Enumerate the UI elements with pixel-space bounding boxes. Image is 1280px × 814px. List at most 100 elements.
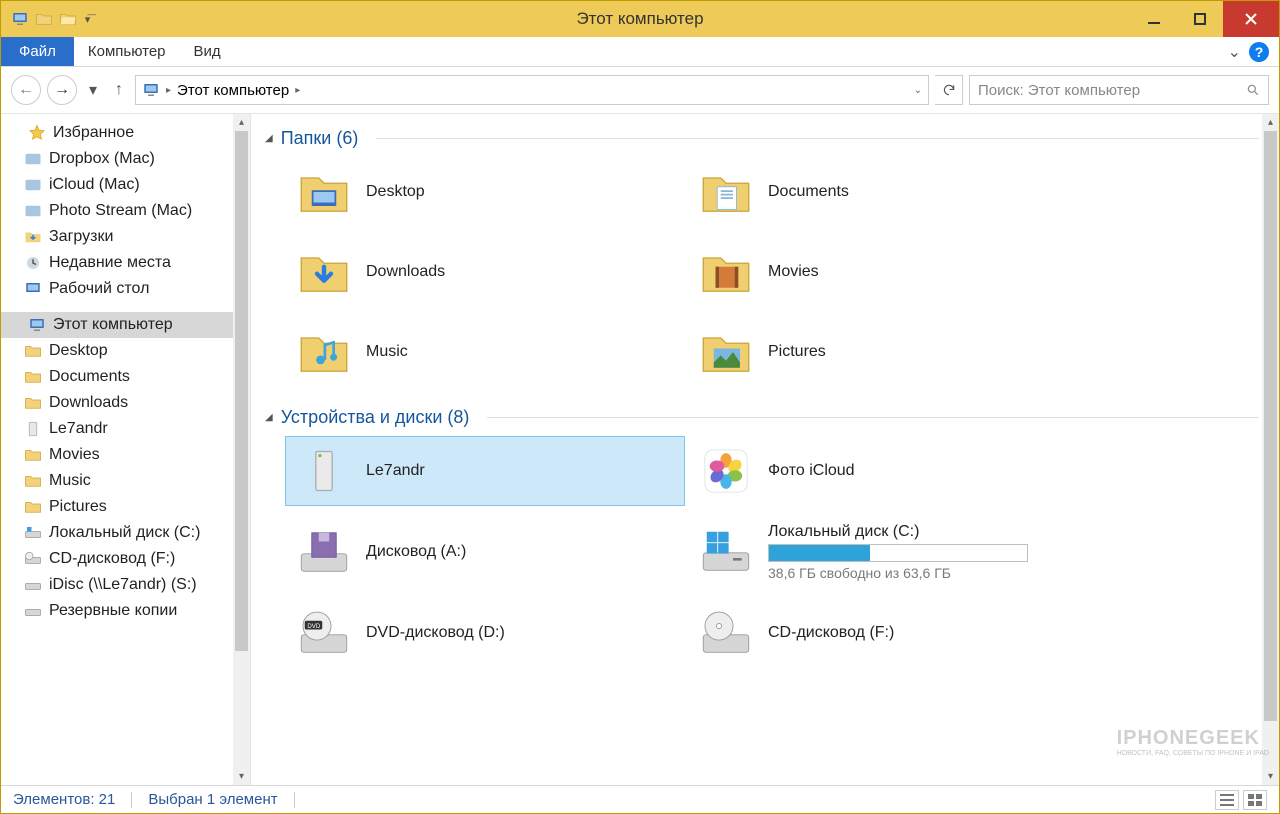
downloads-icon [23, 227, 43, 247]
address-bar[interactable]: ▸ Этот компьютер ▸ ⌄ [135, 75, 929, 105]
folder-desktop[interactable]: Desktop [285, 157, 685, 227]
storage-fill [769, 545, 870, 561]
folder-downloads[interactable]: Downloads [285, 237, 685, 307]
sidebar-item-label: Documents [49, 368, 130, 386]
device-local-disk[interactable]: Локальный диск (C:) 38,6 ГБ свободно из … [687, 516, 1087, 588]
device-cd[interactable]: CD-дисковод (F:) [687, 598, 1087, 668]
sidebar-item[interactable]: Downloads [1, 390, 250, 416]
recent-locations-icon[interactable]: ▾ [83, 75, 103, 105]
breadcrumb-segment[interactable]: Этот компьютер [177, 82, 289, 99]
item-label: Desktop [366, 183, 425, 201]
sidebar-item-label: Desktop [49, 342, 108, 360]
drive-icon [23, 601, 43, 621]
sidebar-item[interactable]: Локальный диск (С:) [1, 520, 250, 546]
computer-icon[interactable] [11, 10, 29, 28]
folder-icon [23, 149, 43, 169]
collapse-caret-icon[interactable]: ◢ [265, 133, 273, 144]
view-icons-button[interactable] [1243, 790, 1267, 810]
sidebar-this-pc[interactable]: Этот компьютер [1, 312, 250, 338]
navigation-bar: ← → ▾ ↑ ▸ Этот компьютер ▸ ⌄ Поиск: Этот… [1, 67, 1279, 113]
sidebar-item-recent[interactable]: Недавние места [1, 250, 250, 276]
collapse-caret-icon[interactable]: ◢ [265, 412, 273, 423]
sidebar-item-dropbox[interactable]: Dropbox (Mac) [1, 146, 250, 172]
main-scrollbar[interactable]: ▴ ▾ [1262, 114, 1279, 785]
chevron-right-icon[interactable]: ▸ [295, 85, 300, 96]
up-button[interactable]: ↑ [109, 75, 129, 105]
sidebar-item-label: Недавние места [49, 254, 171, 272]
watermark: IPHONEGEEK НОВОСТИ, FAQ, СОВЕТЫ ПО IPHON… [1117, 727, 1269, 757]
sidebar-item-label: iDisc (\\Le7andr) (S:) [49, 576, 197, 594]
movies-folder-icon [698, 244, 754, 300]
cd-drive-icon [698, 605, 754, 661]
sidebar-scrollbar[interactable]: ▴ ▾ [233, 114, 250, 785]
computer-icon [142, 81, 160, 99]
scroll-thumb[interactable] [235, 131, 248, 651]
sidebar-item[interactable]: iDisc (\\Le7andr) (S:) [1, 572, 250, 598]
file-tab[interactable]: Файл [1, 37, 74, 66]
folders-header[interactable]: ◢ Папки (6) [265, 128, 1259, 149]
scroll-up-icon[interactable]: ▴ [233, 114, 250, 131]
maximize-button[interactable] [1177, 1, 1223, 37]
sidebar-item-label: Резервные копии [49, 602, 177, 620]
scroll-thumb[interactable] [1264, 131, 1277, 721]
section-title: Устройства и диски (8) [281, 407, 470, 428]
downloads-folder-icon [296, 244, 352, 300]
scroll-down-icon[interactable]: ▾ [233, 768, 250, 785]
sidebar-item-downloads[interactable]: Загрузки [1, 224, 250, 250]
sidebar-item-label: Music [49, 472, 91, 490]
help-button[interactable]: ? [1249, 42, 1269, 62]
qat-dropdown-icon[interactable]: ▾― [83, 10, 101, 28]
sidebar-item-label: Pictures [49, 498, 107, 516]
recent-icon [23, 253, 43, 273]
sidebar-item[interactable]: Резервные копии [1, 598, 250, 624]
sidebar-item[interactable]: Le7andr [1, 416, 250, 442]
hdd-icon [698, 523, 754, 579]
back-button[interactable]: ← [11, 75, 41, 105]
device-floppy[interactable]: Дисковод (A:) [285, 516, 685, 588]
folder-icon [23, 201, 43, 221]
sidebar-item[interactable]: Desktop [1, 338, 250, 364]
desktop-folder-icon [296, 164, 352, 220]
refresh-button[interactable] [935, 75, 963, 105]
tab-computer[interactable]: Компьютер [74, 37, 180, 66]
window-title: Этот компьютер [1, 9, 1279, 29]
sidebar-item-label: Dropbox (Mac) [49, 150, 155, 168]
chevron-right-icon[interactable]: ▸ [166, 85, 171, 96]
device-icloud-photos[interactable]: Фото iCloud [687, 436, 1087, 506]
folder-open-quick-icon[interactable] [59, 10, 77, 28]
ribbon-tabs: Файл Компьютер Вид ⌄ ? [1, 37, 1279, 67]
item-label: Локальный диск (C:) [768, 523, 1028, 541]
sidebar-item[interactable]: Movies [1, 442, 250, 468]
close-button[interactable] [1223, 1, 1279, 37]
forward-button[interactable]: → [47, 75, 77, 105]
device-le7andr[interactable]: Le7andr [285, 436, 685, 506]
sidebar-item-label: Загрузки [49, 228, 113, 246]
ribbon-expand-icon[interactable]: ⌄ [1228, 42, 1241, 62]
folder-icon [23, 367, 43, 387]
sidebar-item[interactable]: Documents [1, 364, 250, 390]
sidebar-item-icloud[interactable]: iCloud (Mac) [1, 172, 250, 198]
folder-movies[interactable]: Movies [687, 237, 1087, 307]
svg-text:DVD: DVD [307, 623, 320, 630]
folder-quick-icon[interactable] [35, 10, 53, 28]
address-dropdown-icon[interactable]: ⌄ [914, 85, 922, 96]
devices-header[interactable]: ◢ Устройства и диски (8) [265, 407, 1259, 428]
sidebar-item-desktop[interactable]: Рабочий стол [1, 276, 250, 302]
computer-icon [27, 315, 47, 335]
sidebar-item-label: iCloud (Mac) [49, 176, 140, 194]
folder-music[interactable]: Music [285, 317, 685, 387]
sidebar-favorites[interactable]: Избранное [1, 120, 250, 146]
tab-view[interactable]: Вид [180, 37, 235, 66]
search-input[interactable]: Поиск: Этот компьютер [969, 75, 1269, 105]
sidebar-item[interactable]: Pictures [1, 494, 250, 520]
sidebar-item[interactable]: Music [1, 468, 250, 494]
view-details-button[interactable] [1215, 790, 1239, 810]
sidebar-item[interactable]: CD-дисковод (F:) [1, 546, 250, 572]
scroll-up-icon[interactable]: ▴ [1262, 114, 1279, 131]
folder-pictures[interactable]: Pictures [687, 317, 1087, 387]
folder-documents[interactable]: Documents [687, 157, 1087, 227]
sidebar-item-photostream[interactable]: Photo Stream (Mac) [1, 198, 250, 224]
scroll-down-icon[interactable]: ▾ [1262, 768, 1279, 785]
minimize-button[interactable] [1131, 1, 1177, 37]
device-dvd[interactable]: DVDDVD-дисковод (D:) [285, 598, 685, 668]
